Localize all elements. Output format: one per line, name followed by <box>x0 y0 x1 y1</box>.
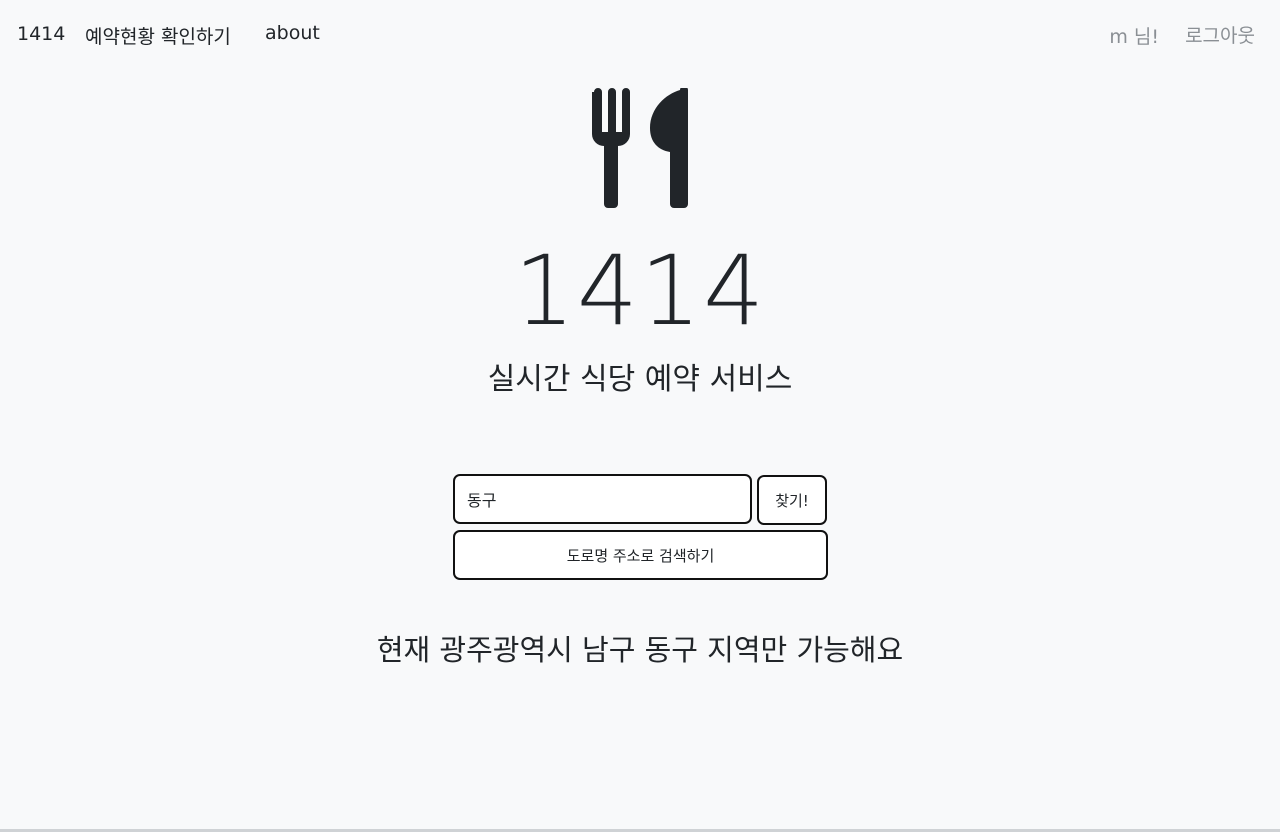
logout-link[interactable]: 로그아웃 <box>1185 21 1255 48</box>
page-title: 1414 <box>513 235 767 347</box>
navbar-brand[interactable]: 1414 <box>17 23 65 45</box>
road-address-search-button[interactable]: 도로명 주소로 검색하기 <box>453 530 828 580</box>
page-subtitle: 실시간 식당 예약 서비스 <box>487 362 793 397</box>
nav-link-about[interactable]: about <box>265 22 320 44</box>
navbar: 1414 예약현황 확인하기 about m 님! 로그아웃 <box>0 0 1280 70</box>
user-greeting: m 님! <box>1109 26 1159 48</box>
search-input[interactable] <box>453 474 752 524</box>
nav-link-reservations[interactable]: 예약현황 확인하기 <box>85 22 231 49</box>
fork-knife-icon <box>590 86 690 212</box>
service-area-notice: 현재 광주광역시 남구 동구 지역만 가능해요 <box>376 633 904 667</box>
search-button[interactable]: 찾기! <box>757 475 827 525</box>
